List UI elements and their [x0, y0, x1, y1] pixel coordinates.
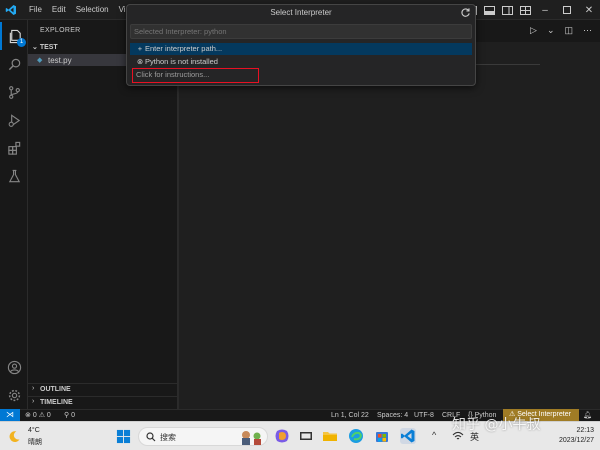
cursor-position[interactable]: Ln 1, Col 22: [331, 410, 369, 421]
close-icon[interactable]: ✕: [578, 0, 600, 20]
file-explorer-icon[interactable]: [322, 428, 338, 444]
folder-test[interactable]: ⌄ TEST: [32, 43, 58, 51]
interpreter-search-input[interactable]: [130, 24, 472, 39]
chevron-right-icon: ›: [32, 398, 34, 405]
search-icon[interactable]: [0, 50, 28, 78]
vscode-taskbar-icon[interactable]: [400, 428, 416, 444]
clock[interactable]: 22:13 2023/12/27: [559, 426, 594, 446]
search-icon: [146, 432, 156, 442]
copilot-icon[interactable]: [274, 428, 290, 444]
settings-gear-icon[interactable]: [0, 381, 28, 409]
run-dropdown-icon[interactable]: ⌄: [547, 25, 555, 36]
notifications-bell-icon[interactable]: 🔔︎: [583, 410, 592, 421]
select-interpreter-quickpick: Select Interpreter + Enter interpreter p…: [126, 4, 476, 86]
more-actions-icon[interactable]: ⋯: [583, 25, 592, 36]
problems-indicator[interactable]: ⊗ 0 ⚠ 0: [25, 410, 51, 421]
editor-gutter: [178, 62, 179, 409]
menu-file[interactable]: File: [24, 0, 47, 20]
toggle-panel-icon[interactable]: [480, 0, 498, 20]
watermark: 知乎 @小牛叔: [452, 414, 540, 434]
toggle-secondary-sidebar-icon[interactable]: [498, 0, 516, 20]
outline-section[interactable]: › OUTLINE: [28, 383, 177, 395]
window-controls: – ✕: [462, 0, 600, 20]
timeline-label: TIMELINE: [40, 399, 73, 406]
vscode-logo-icon: [5, 4, 17, 16]
customize-layout-icon[interactable]: [516, 0, 534, 20]
run-debug-icon[interactable]: [0, 106, 28, 134]
python-not-installed-item[interactable]: ⊗ Python is not installed: [130, 56, 472, 68]
clock-time: 22:13: [559, 426, 594, 436]
split-editor-icon[interactable]: ◫: [564, 25, 573, 36]
clock-date: 2023/12/27: [559, 436, 594, 446]
ports-count: 0: [71, 412, 75, 419]
source-control-icon[interactable]: [0, 78, 28, 106]
broadcast-icon: ⚲: [64, 412, 69, 419]
moon-icon: [8, 430, 21, 443]
activity-bar: 1: [0, 20, 28, 409]
chevron-down-icon: ⌄: [32, 44, 40, 51]
taskbar-search-box[interactable]: 搜索: [138, 427, 268, 446]
accounts-icon[interactable]: [0, 353, 28, 381]
enter-interpreter-path-item[interactable]: + Enter interpreter path...: [130, 43, 472, 55]
menu-selection[interactable]: Selection: [71, 0, 114, 20]
sidebar-title: EXPLORER: [40, 27, 81, 34]
search-label: 搜索: [160, 432, 176, 443]
maximize-icon[interactable]: [556, 0, 578, 20]
outline-label: OUTLINE: [40, 386, 71, 393]
error-count: 0: [33, 412, 37, 419]
python-file-icon: ◆: [37, 56, 42, 64]
show-hidden-icons-icon[interactable]: ^: [432, 430, 436, 440]
remote-indicator-icon[interactable]: ⋊: [0, 409, 20, 421]
file-label: test.py: [48, 56, 72, 65]
weather-condition: 晴朗: [28, 437, 42, 447]
explorer-icon[interactable]: 1: [0, 22, 28, 50]
warning-icon: ⚠: [39, 412, 45, 419]
chevron-right-icon: ›: [32, 385, 34, 392]
explorer-badge: 1: [17, 38, 26, 47]
extensions-icon[interactable]: [0, 134, 28, 162]
error-circle-icon: ⊗: [135, 56, 145, 68]
quickpick-title: Select Interpreter: [127, 5, 475, 20]
ports-indicator[interactable]: ⚲ 0: [64, 410, 75, 421]
minimize-icon[interactable]: –: [534, 0, 556, 20]
folder-label: TEST: [40, 44, 58, 51]
error-icon: ⊗: [25, 412, 31, 419]
task-view-icon[interactable]: [298, 428, 314, 444]
indentation[interactable]: Spaces: 4: [377, 410, 408, 421]
edge-browser-icon[interactable]: [348, 428, 364, 444]
timeline-section[interactable]: › TIMELINE: [28, 396, 177, 408]
warning-count: 0: [47, 412, 51, 419]
item-label: Python is not installed: [145, 56, 218, 68]
highlight-box: [132, 68, 259, 83]
menu-edit[interactable]: Edit: [47, 0, 71, 20]
testing-icon[interactable]: [0, 162, 28, 190]
temperature: 4°C: [28, 427, 40, 434]
editor-actions: ▷ ⌄ ◫ ⋯: [530, 25, 592, 36]
microsoft-store-icon[interactable]: [374, 428, 390, 444]
search-highlight-image-icon: [239, 429, 265, 445]
plus-icon: +: [135, 43, 145, 55]
encoding[interactable]: UTF-8: [414, 410, 434, 421]
refresh-icon[interactable]: [460, 7, 471, 18]
menu-bar: File Edit Selection View: [24, 0, 141, 20]
run-python-file-icon[interactable]: ▷: [530, 25, 537, 36]
windows-start-icon[interactable]: [116, 429, 131, 444]
item-label: Enter interpreter path...: [145, 43, 222, 55]
editor-divider: [474, 64, 540, 65]
